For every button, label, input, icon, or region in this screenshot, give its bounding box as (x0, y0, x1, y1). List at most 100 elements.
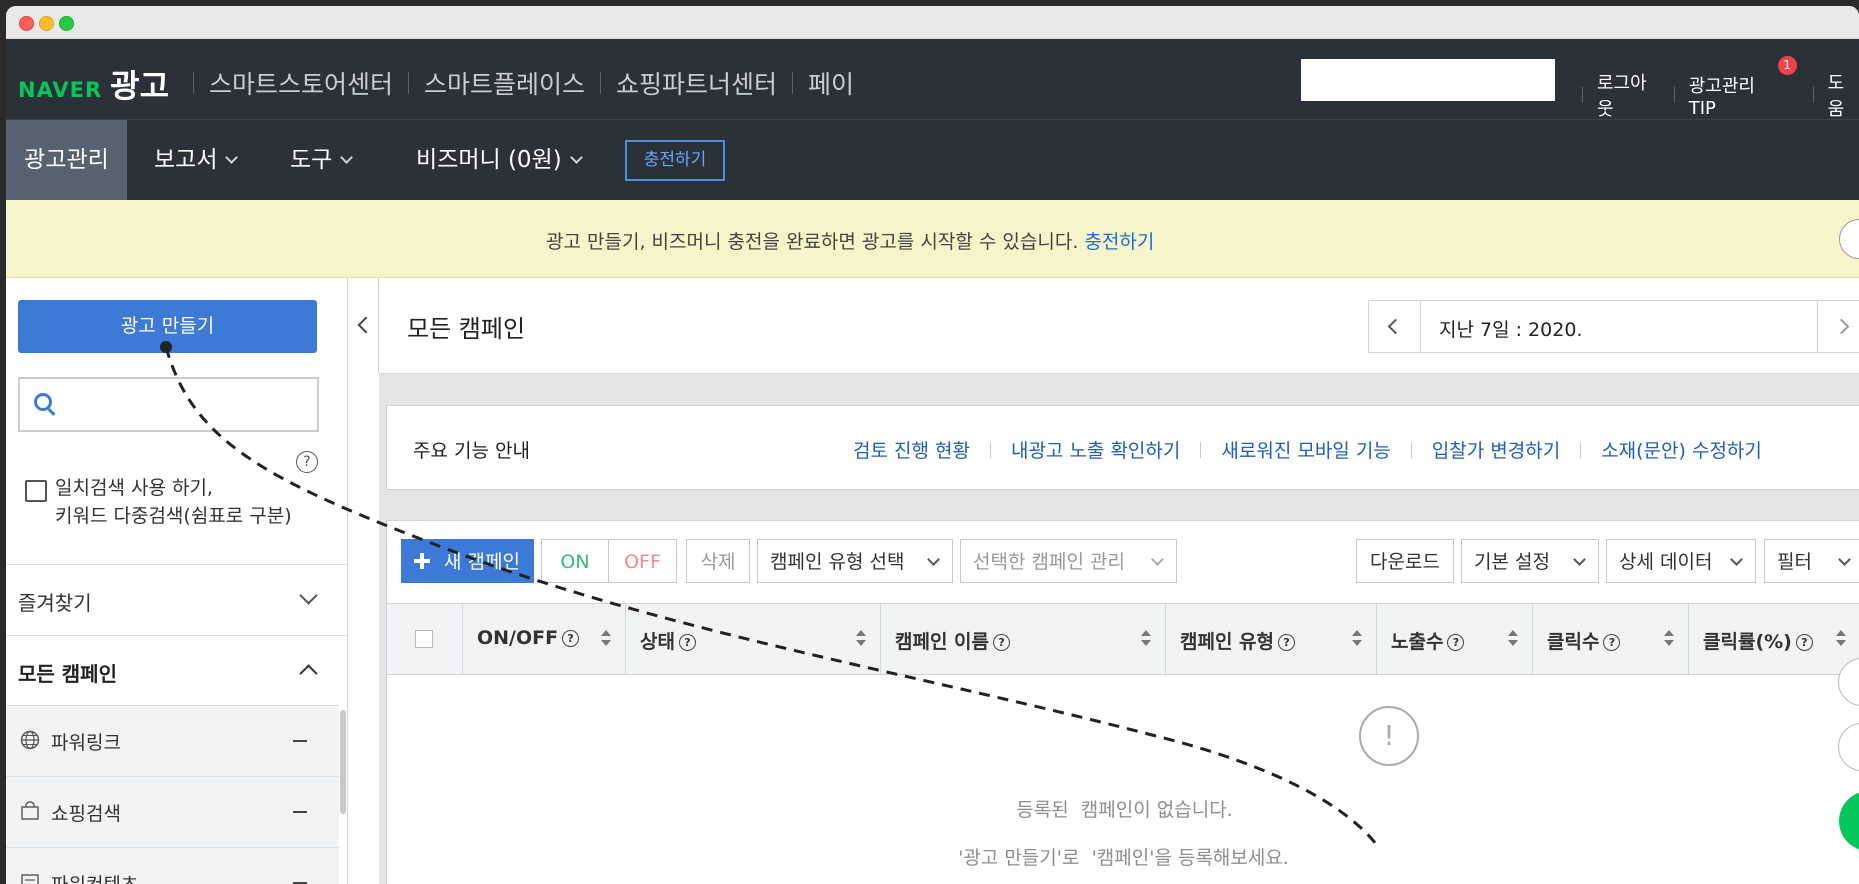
help-icon: ? (1603, 634, 1621, 651)
shopping-partner-link[interactable]: 쇼핑파트너센터 (616, 65, 777, 101)
nav-tools-label: 도구 (290, 147, 333, 173)
sort-icon[interactable] (1664, 630, 1674, 648)
column-campaign-name[interactable]: 캠페인 이름? (880, 604, 1165, 674)
help-icon: ? (1795, 634, 1813, 651)
help-icon: ? (1447, 634, 1465, 651)
select-all-checkbox[interactable] (415, 630, 433, 648)
sidebar-item-powercontents[interactable]: 파워컨텐츠 (6, 847, 339, 884)
divider (792, 72, 794, 94)
bid-change-link[interactable]: 입찰가 변경하기 (1432, 436, 1560, 463)
page-title: 모든 캠페인 (407, 315, 526, 343)
column-impressions[interactable]: 노출수? (1376, 604, 1532, 674)
sidebar-item-powerlink[interactable]: 파워링크 (6, 705, 339, 776)
edit-creative-link[interactable]: 소재(문안) 수정하기 (1601, 436, 1762, 463)
minimize-window-button[interactable] (39, 16, 54, 31)
ad-exposure-link[interactable]: 내광고 노출 확인하기 (1011, 436, 1180, 463)
sort-icon[interactable] (1352, 630, 1362, 648)
date-range-picker[interactable]: 지난 7일 : 2020. (1368, 300, 1859, 353)
notification-badge: 1 (1777, 55, 1797, 75)
naver-ad-logo[interactable]: NAVER 광고 (18, 61, 169, 107)
help-icon: ? (678, 634, 696, 651)
exact-search-checkbox[interactable] (25, 480, 47, 502)
main-header: 모든 캠페인 지난 7일 : 2020. (379, 278, 1859, 374)
exact-search-line1: 일치검색 사용 하기, (55, 477, 213, 499)
account-field[interactable] (1301, 59, 1555, 101)
smartplace-link[interactable]: 스마트플레이스 (424, 65, 585, 101)
selected-campaign-manage-select[interactable]: 선택한 캠페인 관리 (960, 539, 1177, 583)
all-campaigns-section[interactable]: 모든 캠페인 (6, 635, 347, 706)
date-range-label[interactable]: 지난 7일 : 2020. (1439, 315, 1582, 342)
detail-data-label: 상세 데이터 (1619, 551, 1713, 573)
column-ctr[interactable]: 클릭률(%)? (1688, 604, 1859, 674)
help-link[interactable]: 도움 (1828, 69, 1859, 121)
column-campaign-type[interactable]: 캠페인 유형? (1165, 604, 1376, 674)
nav-tools[interactable]: 도구 (290, 120, 354, 200)
previous-period-button[interactable] (1369, 301, 1421, 352)
create-ad-button[interactable]: 광고 만들기 (18, 300, 317, 353)
download-button[interactable]: 다운로드 (1356, 539, 1454, 583)
sort-icon[interactable] (601, 630, 611, 648)
sort-icon[interactable] (1508, 630, 1518, 648)
new-campaign-button[interactable]: 새 캠페인 (401, 539, 534, 583)
delete-button[interactable]: 삭제 (686, 539, 750, 583)
nav-ad-manage[interactable]: 광고관리 (6, 120, 127, 200)
help-icon[interactable]: ? (296, 451, 318, 473)
divider (989, 441, 991, 458)
ad-tip-link[interactable]: 광고관리 TIP 1 (1688, 55, 1797, 119)
favorites-label: 즐겨찾기 (18, 591, 92, 615)
chevron-down-icon (225, 151, 239, 164)
pay-link[interactable]: 페이 (808, 65, 854, 101)
sidebar-scrollbar[interactable] (340, 710, 346, 814)
mobile-feature-link[interactable]: 새로워진 모바일 기능 (1221, 436, 1390, 463)
empty-state-message: 등록된 캠페인이 없습니다. (387, 795, 1859, 822)
search-icon (34, 393, 52, 411)
nav-report[interactable]: 보고서 (154, 120, 239, 200)
notice-close-button[interactable] (1839, 219, 1859, 259)
main-nav: 광고관리 보고서 도구 비즈머니 (0원) 충전하기 (6, 119, 1859, 200)
chevron-left-icon (357, 316, 375, 334)
smartstore-link[interactable]: 스마트스토어센터 (209, 65, 393, 101)
nav-bizmoney[interactable]: 비즈머니 (0원) (416, 120, 583, 200)
nav-bizmoney-label: 비즈머니 (0원) (416, 147, 562, 173)
off-button[interactable]: OFF (608, 539, 677, 583)
maximize-window-button[interactable] (59, 16, 74, 31)
column-label: 캠페인 유형? (1180, 627, 1296, 654)
campaign-type-select[interactable]: 캠페인 유형 선택 (757, 539, 953, 583)
sort-icon[interactable] (1836, 630, 1846, 648)
table-header: ON/OFF? 상태? 캠페인 이름? 캠페인 유형? 노출수? 클릭수? 클릭… (387, 603, 1859, 675)
favorites-section[interactable]: 즐겨찾기 (6, 564, 347, 635)
column-onoff[interactable]: ON/OFF? (462, 604, 625, 674)
empty-message-part2: 캠페인이 없습니다. (1080, 799, 1233, 821)
review-status-link[interactable]: 검토 진행 현황 (853, 436, 970, 463)
ad-wordmark: 광고 (110, 67, 170, 105)
divider (1812, 87, 1814, 103)
help-icon: ? (993, 634, 1011, 651)
feature-guide-title: 주요 기능 안내 (413, 440, 530, 462)
chevron-down-icon (927, 553, 940, 566)
logout-link[interactable]: 로그아웃 (1597, 69, 1660, 121)
sort-icon[interactable] (1141, 630, 1151, 648)
shopping-bag-icon (21, 801, 39, 820)
sidebar-collapse-button[interactable] (348, 278, 379, 373)
column-select-all (387, 604, 462, 674)
notice-charge-link[interactable]: 충전하기 (1084, 231, 1154, 253)
minus-icon[interactable] (293, 811, 307, 813)
ad-tip-label: 광고관리 TIP (1688, 75, 1755, 119)
sort-icon[interactable] (856, 630, 866, 648)
column-label: 클릭률(%)? (1703, 627, 1813, 654)
campaign-search-input[interactable] (18, 377, 319, 432)
close-window-button[interactable] (19, 16, 34, 31)
sidebar-item-shopping[interactable]: 쇼핑검색 (6, 776, 339, 847)
next-period-button[interactable] (1817, 301, 1859, 352)
basic-settings-select[interactable]: 기본 설정 (1461, 539, 1599, 583)
filter-select[interactable]: 필터 (1764, 539, 1859, 583)
notice-message: 광고 만들기, 비즈머니 충전을 완료하면 광고를 시작할 수 있습니다. 충전… (546, 227, 1154, 254)
charge-button[interactable]: 충전하기 (625, 140, 725, 181)
site-links: 스마트스토어센터 스마트플레이스 쇼핑파트너센터 페이 (178, 65, 854, 101)
minus-icon[interactable] (293, 740, 307, 742)
divider (600, 72, 602, 94)
column-clicks[interactable]: 클릭수? (1532, 604, 1688, 674)
detail-data-select[interactable]: 상세 데이터 (1606, 539, 1756, 583)
on-button[interactable]: ON (541, 539, 609, 583)
column-status[interactable]: 상태? (625, 604, 880, 674)
